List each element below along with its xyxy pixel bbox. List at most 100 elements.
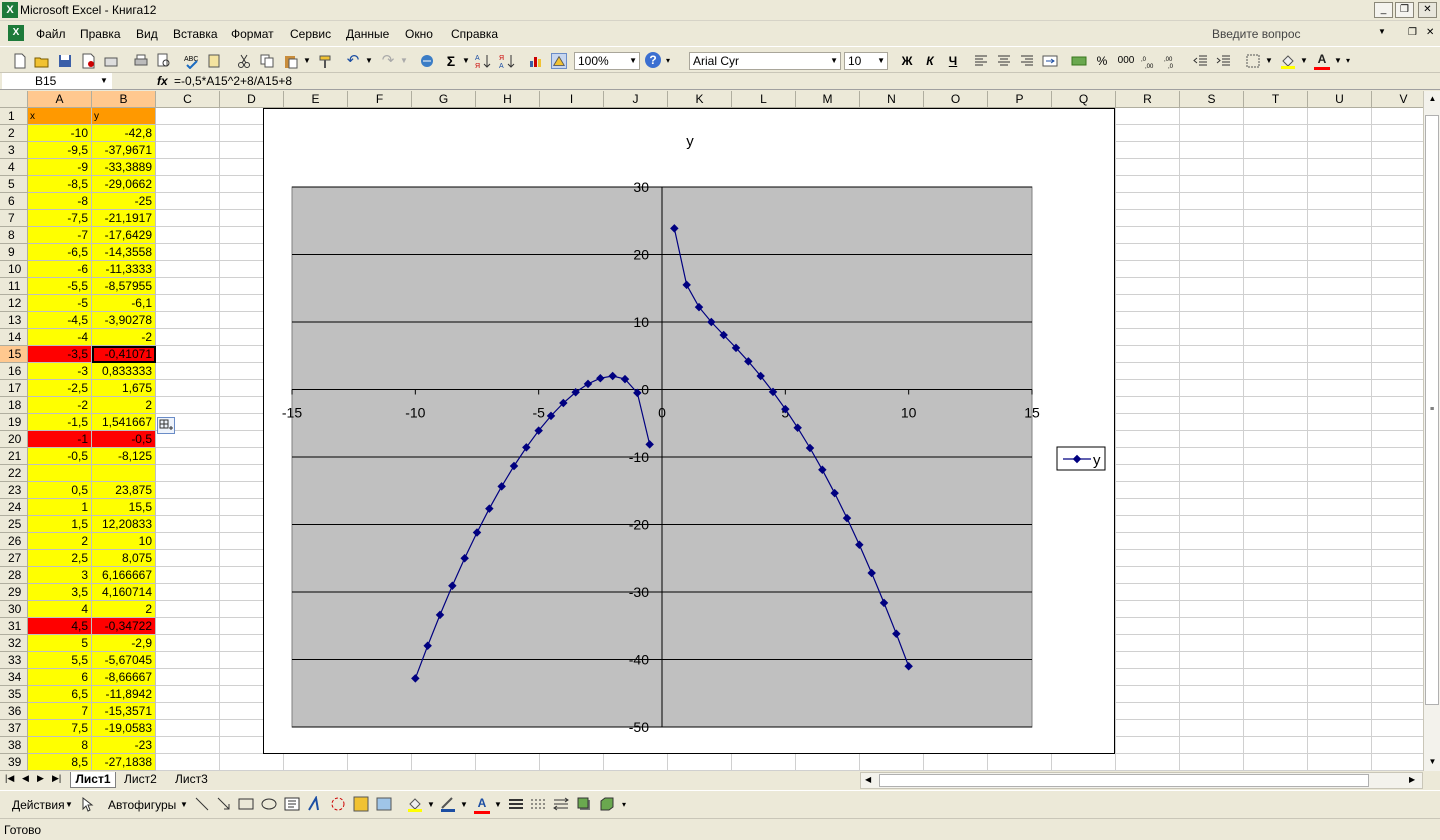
cell-A9[interactable]: -6,5 <box>28 244 92 261</box>
horizontal-scrollbar[interactable]: ◀ ▶ <box>860 772 1423 789</box>
menu-edit[interactable]: Правка <box>80 27 121 41</box>
cell-B19[interactable]: 1,541667 <box>92 414 156 431</box>
cell-B18[interactable]: 2 <box>92 397 156 414</box>
column-header-c[interactable]: C <box>156 91 220 108</box>
row-header-15[interactable]: 15 <box>0 346 28 363</box>
column-header-r[interactable]: R <box>1116 91 1180 108</box>
sort-descending-icon[interactable]: ЯА <box>499 53 515 69</box>
cell-A26[interactable]: 2 <box>28 533 92 550</box>
column-header-j[interactable]: J <box>604 91 668 108</box>
open-folder-icon[interactable] <box>34 53 50 69</box>
cell-B3[interactable]: -37,9671 <box>92 142 156 159</box>
sort-ascending-icon[interactable]: АЯ <box>475 53 491 69</box>
row-header-1[interactable]: 1 <box>0 108 28 125</box>
row-header-14[interactable]: 14 <box>0 329 28 346</box>
row-header-10[interactable]: 10 <box>0 261 28 278</box>
cell-B30[interactable]: 2 <box>92 601 156 618</box>
3d-style-icon[interactable] <box>599 796 615 812</box>
line-style-icon[interactable] <box>508 796 524 812</box>
select-all-corner[interactable] <box>0 91 28 108</box>
row-header-30[interactable]: 30 <box>0 601 28 618</box>
cell-B26[interactable]: 10 <box>92 533 156 550</box>
cell-A31[interactable]: 4,5 <box>28 618 92 635</box>
cell-B29[interactable]: 4,160714 <box>92 584 156 601</box>
cell-A32[interactable]: 5 <box>28 635 92 652</box>
align-right-icon[interactable] <box>1019 53 1035 69</box>
cell-B2[interactable]: -42,8 <box>92 125 156 142</box>
column-header-v[interactable]: V <box>1372 91 1423 108</box>
column-header-m[interactable]: M <box>796 91 860 108</box>
help-dropdown-arrow[interactable]: ▼ <box>1378 27 1386 36</box>
column-header-o[interactable]: O <box>924 91 988 108</box>
print-preview-icon[interactable] <box>156 53 172 69</box>
cell-A35[interactable]: 6,5 <box>28 686 92 703</box>
row-header-34[interactable]: 34 <box>0 669 28 686</box>
column-header-p[interactable]: P <box>988 91 1052 108</box>
sheet-tab-3[interactable]: Лист3 <box>175 772 208 788</box>
cell-A16[interactable]: -3 <box>28 363 92 380</box>
row-header-24[interactable]: 24 <box>0 499 28 516</box>
redo-icon[interactable]: ↷ <box>380 52 396 70</box>
cell-A10[interactable]: -6 <box>28 261 92 278</box>
cell-B6[interactable]: -25 <box>92 193 156 210</box>
column-header-a[interactable]: A <box>28 91 92 108</box>
decrease-indent-icon[interactable] <box>1193 53 1209 69</box>
cell-A22[interactable] <box>28 465 92 482</box>
doc-restore-button[interactable]: ❐ <box>1408 27 1417 38</box>
cell-B25[interactable]: 12,20833 <box>92 516 156 533</box>
row-header-5[interactable]: 5 <box>0 176 28 193</box>
autoshapes-menu[interactable]: Автофигуры <box>108 796 176 814</box>
drawing-toggle-icon[interactable] <box>551 53 567 69</box>
menu-data[interactable]: Данные <box>346 27 389 41</box>
close-button[interactable]: ✕ <box>1418 2 1437 18</box>
column-header-h[interactable]: H <box>476 91 540 108</box>
redo-dropdown-arrow[interactable]: ▼ <box>400 52 408 70</box>
rectangle-icon[interactable] <box>238 796 254 812</box>
cell-B10[interactable]: -11,3333 <box>92 261 156 278</box>
row-header-29[interactable]: 29 <box>0 584 28 601</box>
toolbar-options-arrow[interactable]: ▾ <box>666 52 670 70</box>
cell-B35[interactable]: -11,8942 <box>92 686 156 703</box>
help-question-input[interactable]: Введите вопрос <box>1212 27 1301 41</box>
cell-A12[interactable]: -5 <box>28 295 92 312</box>
fill-color-icon[interactable] <box>1280 53 1296 69</box>
paste-icon[interactable] <box>283 53 299 69</box>
doc-close-button[interactable]: ✕ <box>1426 27 1434 38</box>
vertical-scroll-thumb[interactable]: ≡ <box>1425 115 1439 705</box>
cell-B23[interactable]: 23,875 <box>92 482 156 499</box>
format-painter-icon[interactable] <box>317 53 333 69</box>
cell-B1[interactable]: y <box>92 108 156 125</box>
cell-A4[interactable]: -9 <box>28 159 92 176</box>
restore-button[interactable]: ❐ <box>1395 2 1414 18</box>
row-header-19[interactable]: 19 <box>0 414 28 431</box>
cell-A2[interactable]: -10 <box>28 125 92 142</box>
column-header-s[interactable]: S <box>1180 91 1244 108</box>
zoom-select[interactable]: 100% ▼ <box>574 52 640 70</box>
font-color-dropdown-arrow[interactable]: ▼ <box>1334 52 1342 70</box>
hyperlink-icon[interactable] <box>419 53 435 69</box>
name-box-dropdown-arrow[interactable]: ▼ <box>100 73 108 89</box>
sheet-tab-1[interactable]: Лист1 <box>70 772 116 788</box>
undo-dropdown-arrow[interactable]: ▼ <box>365 52 373 70</box>
row-header-4[interactable]: 4 <box>0 159 28 176</box>
column-header-d[interactable]: D <box>220 91 284 108</box>
actions-dropdown-arrow[interactable]: ▼ <box>65 796 73 814</box>
underline-button[interactable]: Ч <box>944 52 962 70</box>
drawing-options-arrow[interactable]: ▾ <box>622 796 626 814</box>
bold-button[interactable]: Ж <box>898 52 916 70</box>
decrease-decimal-icon[interactable]: ,00,0 <box>1164 53 1180 69</box>
oval-icon[interactable] <box>261 796 277 812</box>
chart-wizard-icon[interactable] <box>528 53 544 69</box>
email-icon[interactable] <box>103 53 119 69</box>
column-header-g[interactable]: G <box>412 91 476 108</box>
cell-A36[interactable]: 7 <box>28 703 92 720</box>
help-icon[interactable]: ? <box>645 52 661 68</box>
shadow-style-icon[interactable] <box>576 796 592 812</box>
row-header-27[interactable]: 27 <box>0 550 28 567</box>
cell-B8[interactable]: -17,6429 <box>92 227 156 244</box>
cell-A29[interactable]: 3,5 <box>28 584 92 601</box>
cell-B32[interactable]: -2,9 <box>92 635 156 652</box>
row-header-22[interactable]: 22 <box>0 465 28 482</box>
cell-A8[interactable]: -7 <box>28 227 92 244</box>
column-header-u[interactable]: U <box>1308 91 1372 108</box>
